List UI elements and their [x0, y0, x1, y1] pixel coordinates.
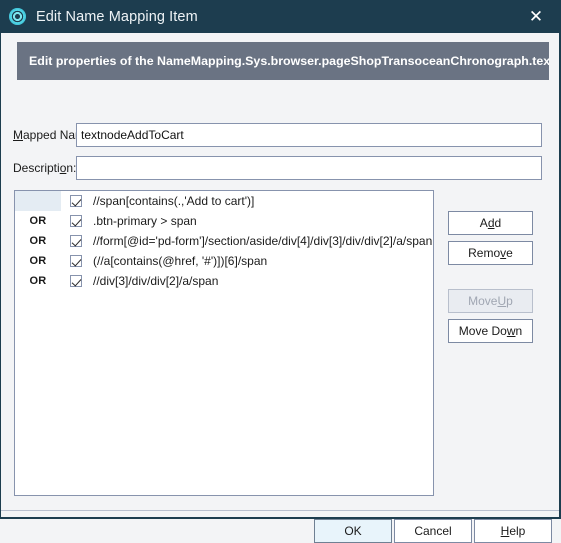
expression-cell[interactable]: .btn-primary > span — [91, 214, 433, 228]
row-checkbox-cell[interactable] — [61, 271, 91, 291]
checkbox-icon[interactable] — [70, 215, 82, 227]
remove-button[interactable]: Remo v e — [448, 241, 533, 265]
table-row[interactable]: OR (//a[contains(@href, '#')])[6]/span — [15, 251, 433, 271]
row-checkbox-cell[interactable] — [61, 231, 91, 251]
row-checkbox-cell[interactable] — [61, 211, 91, 231]
expression-cell[interactable]: //div[3]/div/div[2]/a/span — [91, 274, 433, 288]
description-label-post: n: — [66, 161, 77, 175]
add-label-post: d — [494, 216, 502, 230]
table-row[interactable]: OR //form[@id='pd-form']/section/aside/d… — [15, 231, 433, 251]
expression-cell[interactable]: //form[@id='pd-form']/section/aside/div[… — [91, 234, 433, 248]
dialog-body: Edit properties of the NameMapping.Sys.b… — [1, 33, 559, 543]
mapped-name-accel: M — [13, 128, 23, 142]
mapped-name-row: Mapped Name: — [1, 123, 559, 147]
add-accel: d — [487, 216, 495, 230]
title-bar: Edit Name Mapping Item ✕ — [1, 0, 559, 33]
remove-label-post: e — [506, 246, 513, 260]
operator-cell — [15, 191, 61, 211]
table-row[interactable]: OR //div[3]/div/div[2]/a/span — [15, 271, 433, 291]
checkbox-icon[interactable] — [70, 195, 82, 207]
cancel-button[interactable]: Cancel — [394, 519, 472, 543]
move-up-label-pre: Move — [468, 294, 498, 308]
move-down-label-post: n — [515, 324, 523, 338]
selector-list[interactable]: //span[contains(.,'Add to cart')] OR .bt… — [14, 190, 434, 496]
footer-divider — [1, 510, 559, 511]
table-row[interactable]: //span[contains(.,'Add to cart')] — [15, 191, 433, 211]
properties-banner: Edit properties of the NameMapping.Sys.b… — [17, 42, 549, 80]
expression-cell[interactable]: //span[contains(.,'Add to cart')] — [91, 194, 433, 208]
description-label-pre: Descripti — [13, 161, 60, 175]
close-icon[interactable]: ✕ — [513, 0, 559, 33]
expression-cell[interactable]: (//a[contains(@href, '#')])[6]/span — [91, 254, 433, 268]
checkbox-icon[interactable] — [70, 255, 82, 267]
operator-cell: OR — [29, 235, 47, 247]
checkbox-icon[interactable] — [70, 235, 82, 247]
mapped-name-label: Mapped Name: — [1, 128, 95, 142]
window-title: Edit Name Mapping Item — [36, 8, 198, 25]
operator-cell: OR — [29, 255, 47, 267]
ok-button[interactable]: OK — [314, 519, 392, 543]
help-accel: H — [500, 524, 510, 538]
app-gear-icon — [9, 8, 26, 25]
move-up-label-post: p — [506, 294, 513, 308]
mapped-name-input[interactable] — [76, 123, 542, 147]
edit-name-mapping-item-dialog: Edit Name Mapping Item ✕ Edit properties… — [0, 0, 561, 543]
add-label-pre: A — [479, 216, 488, 230]
add-button[interactable]: Add — [448, 211, 533, 235]
move-down-label-pre: Move Do — [458, 324, 507, 338]
help-label-post: elp — [509, 524, 526, 538]
row-checkbox-cell[interactable] — [61, 191, 91, 211]
description-input[interactable] — [76, 156, 542, 180]
move-up-accel: U — [497, 294, 507, 308]
checkbox-icon[interactable] — [70, 275, 82, 287]
operator-cell: OR — [29, 275, 47, 287]
move-down-button[interactable]: Move Do w n — [448, 319, 533, 343]
table-row[interactable]: OR .btn-primary > span — [15, 211, 433, 231]
description-label: Description: — [1, 161, 77, 175]
move-up-button: Move Up — [448, 289, 533, 313]
help-button[interactable]: Help — [474, 519, 552, 543]
move-down-accel: w — [506, 324, 516, 338]
remove-label-pre: Remo — [468, 246, 501, 260]
operator-cell: OR — [29, 215, 47, 227]
row-checkbox-cell[interactable] — [61, 251, 91, 271]
description-row: Description: — [1, 156, 559, 180]
